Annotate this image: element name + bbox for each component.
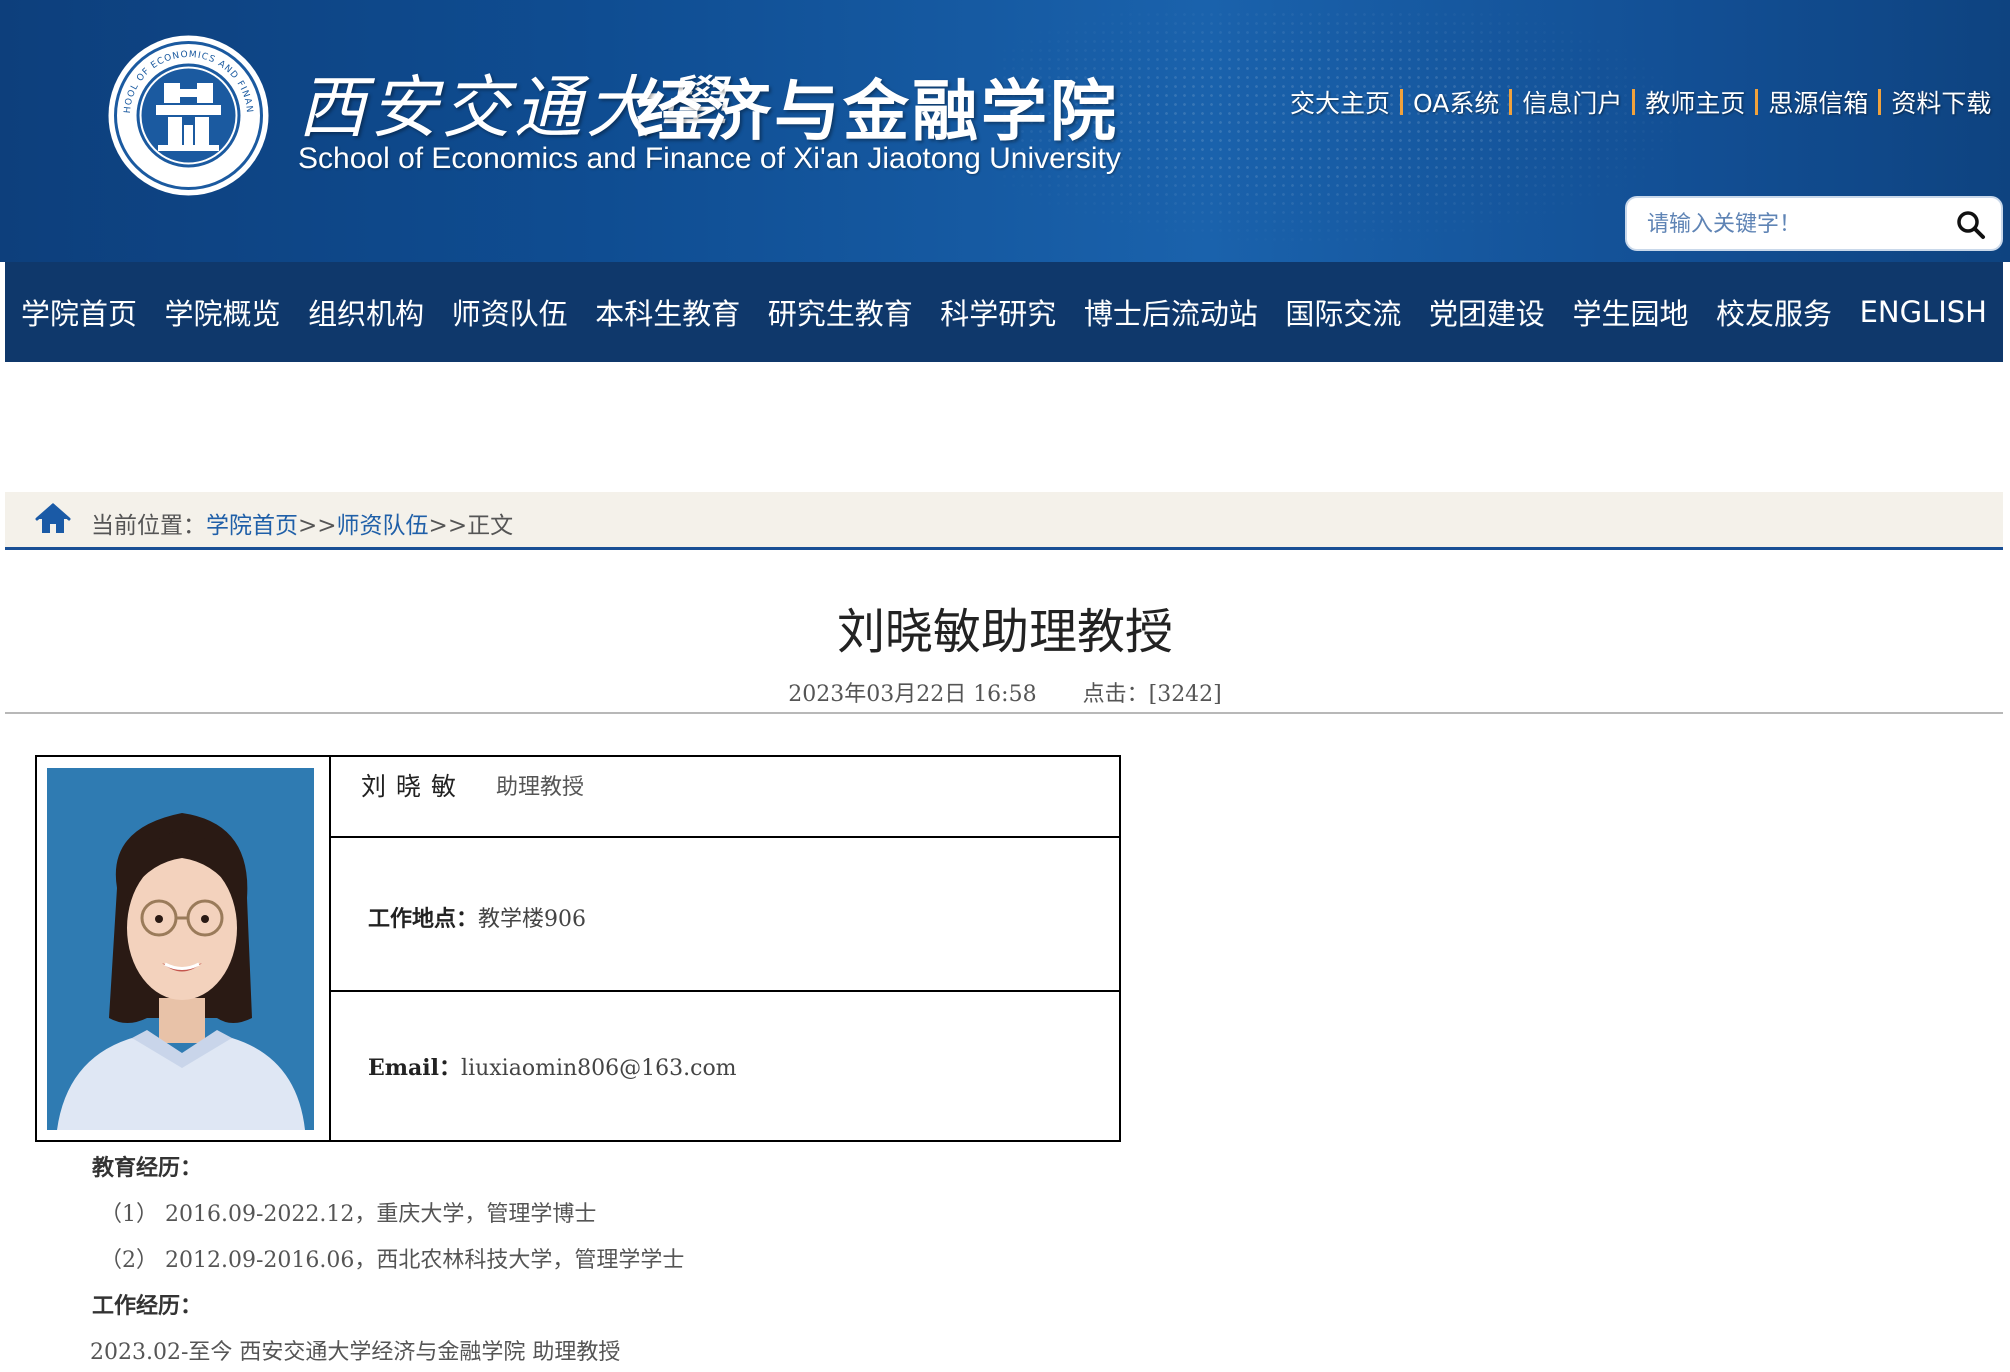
publish-date: 2023年03月22日 16:58: [788, 682, 1037, 707]
nav-item-overview[interactable]: 学院概览: [165, 291, 281, 333]
nav-item-faculty[interactable]: 师资队伍: [452, 291, 568, 333]
quick-link-mailbox[interactable]: 思源信箱: [1768, 84, 1868, 120]
quick-link-downloads[interactable]: 资料下载: [1891, 84, 1991, 120]
breadcrumb-link-home[interactable]: 学院首页: [206, 513, 298, 539]
quick-link-faculty-home[interactable]: 教师主页: [1645, 84, 1745, 120]
education-item: （2） 2012.09-2016.06，西北农林科技大学，管理学学士: [100, 1248, 685, 1273]
nav-item-research[interactable]: 科学研究: [940, 291, 1056, 333]
main-nav: 学院首页 学院概览 组织机构 师资队伍 本科生教育 研究生教育 科学研究 博士后…: [5, 262, 2003, 362]
quick-link-separator: [1878, 89, 1882, 115]
profile-photo: [47, 768, 314, 1130]
college-name: 经济与金融学院: [636, 73, 1119, 150]
breadcrumb-current: 正文: [467, 513, 514, 539]
quick-link-portal[interactable]: 信息门户: [1522, 84, 1622, 120]
divider: [5, 712, 2003, 714]
work-item: 2023.02-至今 西安交通大学经济与金融学院 助理教授: [90, 1340, 621, 1365]
nav-item-alumni[interactable]: 校友服务: [1716, 291, 1832, 333]
nav-item-postdoc[interactable]: 博士后流动站: [1084, 291, 1258, 333]
quick-link-separator: [1632, 89, 1636, 115]
search-box: [1625, 196, 2003, 251]
email-value[interactable]: liuxiaomin806@163.com: [461, 1056, 737, 1081]
quick-link-oa[interactable]: OA系统: [1413, 84, 1499, 120]
nav-item-home[interactable]: 学院首页: [21, 291, 137, 333]
breadcrumb-separator: >>: [428, 513, 468, 539]
nav-item-graduate[interactable]: 研究生教育: [768, 291, 913, 333]
breadcrumb: 当前位置：学院首页>>师资队伍>>正文: [5, 492, 2003, 550]
college-logo[interactable]: SCHOOL OF ECONOMICS AND FINANCE: [106, 33, 271, 198]
education-heading: 教育经历：: [92, 1155, 203, 1181]
profile-name-row: 刘晓敏 助理教授: [331, 757, 1119, 838]
clicks-label: 点击：: [1082, 682, 1149, 707]
nav-item-organization[interactable]: 组织机构: [308, 291, 424, 333]
photo-cell: [37, 757, 331, 1140]
location-value: 教学楼906: [478, 907, 587, 932]
nav-item-international[interactable]: 国际交流: [1285, 291, 1401, 333]
profile-name: 刘晓敏: [361, 772, 467, 801]
profile-email: Email：liuxiaomin806@163.com: [368, 1050, 737, 1082]
college-name-english: School of Economics and Finance of Xi'an…: [298, 142, 1121, 175]
work-heading: 工作经历：: [92, 1293, 203, 1319]
page-title: 刘晓敏助理教授: [836, 604, 1173, 660]
quick-link-separator: [1509, 89, 1513, 115]
nav-item-english[interactable]: ENGLISH: [1860, 295, 1987, 329]
clicks-count: [3242]: [1148, 682, 1222, 707]
quick-links: 交大主页 OA系统 信息门户 教师主页 思源信箱 资料下载: [1290, 84, 1991, 120]
article-meta: 2023年03月22日 16:58 点击：[3242]: [0, 676, 2010, 708]
search-icon[interactable]: [1955, 209, 1987, 241]
breadcrumb-separator: >>: [298, 513, 337, 539]
profile-location-row: 工作地点：教学楼906: [331, 838, 1119, 992]
education-item: （1） 2016.09-2022.12，重庆大学，管理学博士: [100, 1202, 597, 1227]
quick-link-xjtu-home[interactable]: 交大主页: [1290, 84, 1390, 120]
profile-email-row: Email：liuxiaomin806@163.com: [331, 992, 1119, 1140]
search-input[interactable]: [1647, 207, 1947, 241]
profile-location: 工作地点：教学楼906: [368, 901, 586, 933]
quick-link-separator: [1755, 89, 1759, 115]
home-icon: [35, 503, 71, 533]
site-header: SCHOOL OF ECONOMICS AND FINANCE 西安交通大學 经…: [0, 0, 2010, 262]
nav-item-students[interactable]: 学生园地: [1572, 291, 1688, 333]
nav-item-undergraduate[interactable]: 本科生教育: [595, 291, 740, 333]
breadcrumb-link-faculty[interactable]: 师资队伍: [337, 513, 429, 539]
email-label: Email：: [368, 1055, 462, 1081]
breadcrumb-text: 当前位置：学院首页>>师资队伍>>正文: [91, 506, 513, 540]
breadcrumb-prefix: 当前位置：: [91, 513, 206, 539]
location-label: 工作地点：: [368, 906, 479, 932]
profile-rank: 助理教授: [496, 775, 585, 800]
profile-card: 刘晓敏 助理教授 工作地点：教学楼906 Email：liuxiaomin806…: [35, 755, 1121, 1142]
nav-item-party[interactable]: 党团建设: [1429, 291, 1545, 333]
quick-link-separator: [1400, 89, 1404, 115]
